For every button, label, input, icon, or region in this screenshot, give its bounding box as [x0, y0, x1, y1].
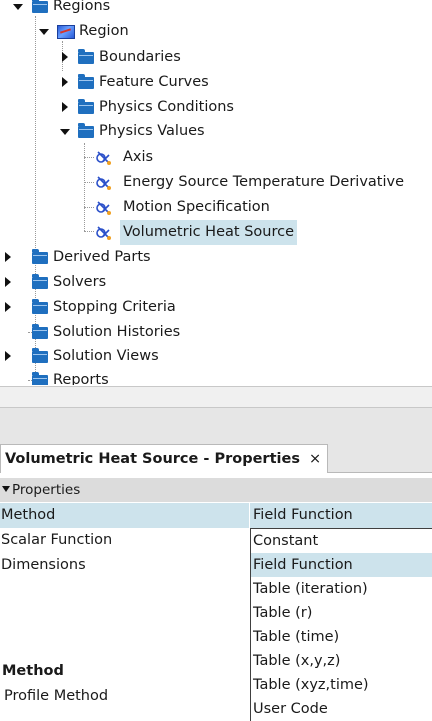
help-text: Profile Method [4, 688, 109, 704]
close-icon[interactable]: × [309, 451, 321, 467]
tree-node-motion-specification[interactable]: Motion Specification [0, 195, 432, 220]
tree-node-label: Regions [53, 0, 111, 14]
dropdown-option-table-iteration[interactable]: Table (iteration) [251, 577, 432, 601]
collapse-arrow-icon[interactable] [3, 245, 13, 270]
help-title: Method [2, 663, 64, 679]
simulation-tree: Regions Region Boundaries Feature Curves… [0, 0, 432, 385]
dropdown-option-table-r[interactable]: Table (r) [251, 601, 432, 625]
tab-properties[interactable]: Volumetric Heat Source - Properties × [0, 444, 329, 473]
tree-node-label: Physics Conditions [99, 99, 234, 115]
tree-node-volumetric-heat-source[interactable]: Volumetric Heat Source [0, 220, 432, 245]
tree-node-physics-values[interactable]: Physics Values [0, 119, 432, 144]
tree-node-label: Feature Curves [99, 74, 209, 90]
tree-node-label: Solution Views [53, 348, 159, 364]
tree-node-derived-parts[interactable]: Derived Parts [0, 245, 432, 270]
tree-node-label: Motion Specification [123, 199, 270, 215]
dropdown-option-user-code[interactable]: User Code [251, 697, 432, 721]
physics-value-icon [95, 174, 113, 191]
tree-node-label: Reports [53, 372, 109, 385]
dropdown-option-table-xyz[interactable]: Table (x,y,z) [251, 649, 432, 673]
collapse-arrow-icon[interactable] [60, 45, 70, 70]
horizontal-scrollbar[interactable] [0, 386, 432, 408]
folder-icon [32, 299, 48, 314]
panel-splitter[interactable] [0, 408, 432, 444]
physics-value-icon [95, 149, 113, 166]
properties-section-header[interactable]: Properties [0, 478, 432, 502]
property-row-method[interactable]: Method Field Function [0, 503, 432, 528]
dropdown-option-table-time[interactable]: Table (time) [251, 625, 432, 649]
tree-node-reports[interactable]: Reports [0, 368, 432, 385]
folder-icon [32, 0, 48, 13]
folder-icon [32, 249, 48, 264]
folder-icon [78, 74, 94, 89]
expand-arrow-icon[interactable] [13, 0, 23, 19]
tree-node-label: Stopping Criteria [53, 299, 176, 315]
tree-node-regions[interactable]: Regions [0, 0, 432, 19]
collapse-arrow-icon[interactable] [3, 295, 13, 320]
tree-node-solution-views[interactable]: Solution Views [0, 344, 432, 369]
property-name: Dimensions [1, 557, 86, 573]
expand-arrow-icon[interactable] [60, 119, 70, 144]
tree-node-label: Volumetric Heat Source [120, 220, 297, 245]
tree-node-axis[interactable]: Axis [0, 145, 432, 170]
folder-icon [32, 274, 48, 289]
tree-node-physics-conditions[interactable]: Physics Conditions [0, 95, 432, 120]
collapse-arrow-icon[interactable] [3, 270, 13, 295]
tree-node-boundaries[interactable]: Boundaries [0, 45, 432, 70]
tree-node-region[interactable]: Region [0, 19, 432, 44]
tree-node-label: Boundaries [99, 49, 181, 65]
tree-node-energy-source-temperature-derivative[interactable]: Energy Source Temperature Derivative [0, 170, 432, 195]
tree-node-label: Derived Parts [53, 249, 151, 265]
tree-node-label: Energy Source Temperature Derivative [123, 174, 405, 190]
tree-node-label: Region [79, 23, 129, 39]
collapse-triangle-icon[interactable] [2, 486, 10, 492]
tree-node-feature-curves[interactable]: Feature Curves [0, 70, 432, 95]
collapse-arrow-icon[interactable] [60, 95, 70, 120]
folder-icon [32, 348, 48, 363]
tree-node-solution-histories[interactable]: Solution Histories [0, 320, 432, 345]
folder-icon [78, 49, 94, 64]
tree-node-label: Solvers [53, 274, 107, 290]
tree-node-solvers[interactable]: Solvers [0, 270, 432, 295]
dropdown-option-field-function[interactable]: Field Function [251, 553, 432, 577]
dropdown-option-constant[interactable]: Constant [251, 529, 432, 553]
collapse-arrow-icon[interactable] [60, 70, 70, 95]
collapse-arrow-icon[interactable] [3, 344, 13, 369]
tree-node-label: Axis [123, 149, 154, 165]
tab-title: Volumetric Heat Source - Properties [5, 451, 300, 467]
dropdown-option-table-xyz-time[interactable]: Table (xyz,time) [251, 673, 432, 697]
tree-node-label: Physics Values [99, 123, 205, 139]
tree-node-label: Solution Histories [53, 324, 181, 340]
method-dropdown-list[interactable]: Constant Field Function Table (iteration… [250, 528, 432, 721]
physics-value-icon [95, 224, 113, 241]
property-name: Scalar Function [1, 532, 113, 548]
folder-icon [78, 99, 94, 114]
folder-icon [78, 123, 94, 138]
section-label: Properties [12, 482, 81, 498]
property-name: Method [0, 503, 249, 528]
physics-value-icon [95, 199, 113, 216]
region-icon [57, 25, 75, 39]
properties-tab-bar: Volumetric Heat Source - Properties × [0, 444, 432, 473]
folder-icon [32, 324, 48, 339]
method-select[interactable]: Field Function [250, 503, 432, 528]
expand-arrow-icon[interactable] [39, 19, 49, 44]
folder-icon [32, 372, 48, 385]
tree-node-stopping-criteria[interactable]: Stopping Criteria [0, 295, 432, 320]
